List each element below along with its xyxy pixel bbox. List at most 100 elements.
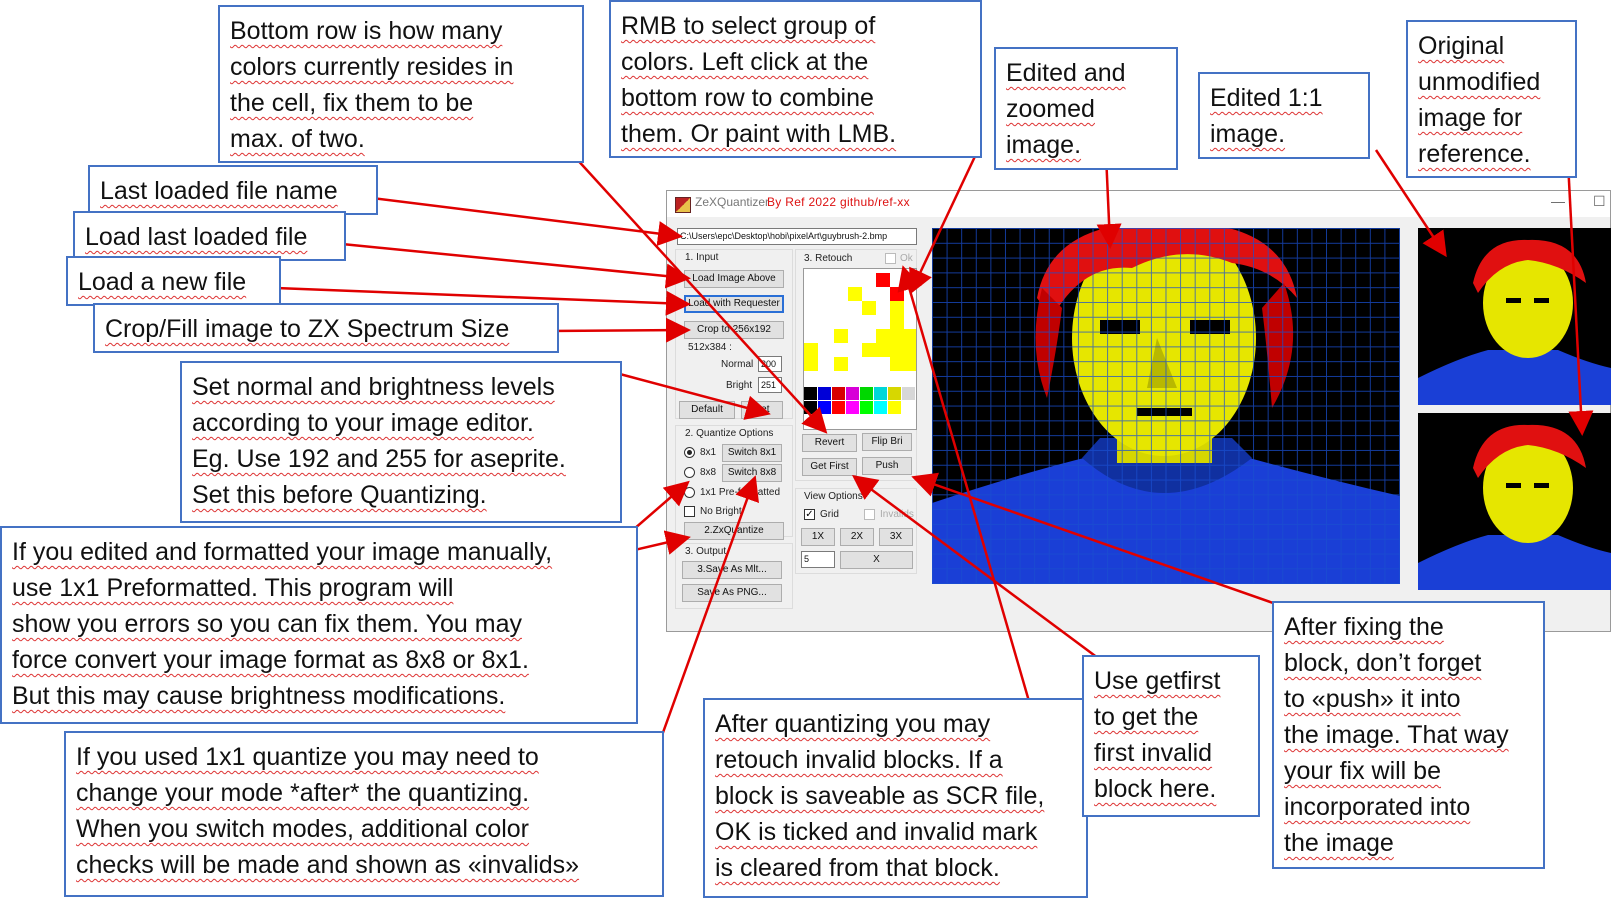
crop-button[interactable]: Crop to 256x192: [684, 321, 784, 339]
original-image: [1418, 413, 1611, 590]
save-as-mlt-button[interactable]: 3.Save As Mlt...: [682, 561, 782, 579]
ok-label: Ok: [900, 253, 913, 264]
callout-quantize-1x1-line: checks will be made and shown as «invali…: [76, 851, 580, 879]
callout-push-line: the image: [1284, 829, 1394, 857]
callout-push-line: your fix will be: [1284, 757, 1441, 785]
callout-last-name: Last loaded file name: [88, 165, 378, 215]
callout-push-line: After fixing the: [1284, 613, 1444, 641]
palette-swatch[interactable]: [888, 401, 901, 414]
palette-swatch[interactable]: [818, 401, 831, 414]
palette-swatch[interactable]: [902, 401, 915, 414]
callout-bottom-row: Bottom row is how many colors currently …: [218, 5, 584, 163]
callout-load-last: Load last loaded file: [73, 211, 346, 261]
switch-8x8-button[interactable]: Switch 8x8: [722, 464, 782, 482]
zxquantize-button[interactable]: 2.ZxQuantize: [684, 522, 784, 540]
callout-rmb-line: colors. Left click at the: [621, 48, 869, 76]
radio-8x8-label: 8x8: [700, 467, 717, 478]
callout-manual-line: force convert your image format as 8x8 o…: [12, 646, 529, 674]
palette-swatch[interactable]: [832, 387, 845, 400]
retouch-pixel: [834, 357, 848, 371]
palette-swatch[interactable]: [804, 401, 817, 414]
palette-swatch[interactable]: [846, 387, 859, 400]
callout-set-levels-line: according to your image editor.: [192, 409, 534, 437]
grid-label: Grid: [820, 509, 839, 520]
callout-after-quantizing: After quantizing you may retouch invalid…: [703, 698, 1088, 898]
shirt: [1418, 535, 1611, 590]
callout-after-quantizing-line: is cleared from that block.: [715, 854, 1000, 882]
minimize-icon[interactable]: —: [1551, 193, 1565, 209]
callout-set-levels-line: Set normal and brightness levels: [192, 373, 555, 401]
callout-rmb-line: RMB to select group of: [621, 12, 876, 40]
zoom-1x-button[interactable]: 1X: [801, 528, 835, 546]
edited-1to1-image: [1418, 228, 1611, 405]
callout-crop-fill-line: Crop/Fill image to ZX Spectrum Size: [105, 315, 510, 343]
normal-level-input[interactable]: 200: [758, 356, 782, 372]
callout-push-line: the image. That way: [1284, 721, 1509, 749]
palette-swatch[interactable]: [846, 401, 859, 414]
set-button[interactable]: Set: [741, 401, 783, 419]
shirt: [1418, 350, 1611, 405]
file-path-field[interactable]: C:\Users\epc\Desktop\hobi\pixelArt\guybr…: [677, 228, 917, 245]
callout-load-last-line: Load last loaded file: [85, 223, 308, 251]
retouch-group-label: 3. Retouch: [804, 253, 853, 264]
callout-bottom-row-line: the cell, fix them to be: [230, 89, 474, 117]
radio-1x1[interactable]: [684, 487, 695, 498]
revert-button[interactable]: Revert: [802, 434, 857, 452]
palette-swatch[interactable]: [818, 387, 831, 400]
callout-push: After fixing the block, don’t forget to …: [1272, 601, 1545, 869]
retouch-pixel: [890, 301, 904, 315]
callout-quantize-1x1-line: change your mode *after* the quantizing.: [76, 779, 530, 807]
callout-getfirst-line: Use getfirst: [1094, 667, 1221, 695]
callout-getfirst-line: to get the: [1094, 703, 1199, 731]
load-with-requester-button[interactable]: Load with Requester: [684, 295, 784, 313]
invalids-label: Invalids: [880, 509, 914, 520]
callout-quantize-1x1: If you used 1x1 quantize you may need to…: [64, 731, 664, 897]
callout-edited-zoomed-line: zoomed: [1006, 95, 1095, 123]
palette-swatch[interactable]: [860, 401, 873, 414]
get-first-button[interactable]: Get First: [802, 458, 857, 476]
grid-checkbox[interactable]: ✓: [804, 509, 815, 520]
radio-8x8[interactable]: [684, 467, 695, 478]
callout-rmb: RMB to select group of colors. Left clic…: [609, 0, 982, 158]
flip-bri-button[interactable]: Flip Bri: [862, 433, 912, 451]
palette-swatch[interactable]: [874, 387, 887, 400]
output-group-label: 3. Output: [685, 546, 727, 557]
radio-1x1-label: 1x1 Pre-formatted: [700, 487, 781, 498]
palette-swatch[interactable]: [888, 387, 901, 400]
callout-edited-zoomed: Edited and zoomed image.: [994, 47, 1178, 170]
palette-swatch[interactable]: [804, 387, 817, 400]
zoom-2x-button[interactable]: 2X: [840, 528, 874, 546]
callout-rmb-line: bottom row to combine: [621, 84, 874, 112]
callout-after-quantizing-line: retouch invalid blocks. If a: [715, 746, 1003, 774]
portrait-thumb-edited: [1418, 239, 1611, 405]
palette-swatch[interactable]: [874, 401, 887, 414]
callout-load-new-line: Load a new file: [78, 268, 247, 296]
maximize-icon[interactable]: ☐: [1593, 193, 1606, 210]
palette-swatch[interactable]: [832, 401, 845, 414]
push-button[interactable]: Push: [862, 457, 912, 475]
save-as-png-button[interactable]: Save As PNG...: [682, 584, 782, 602]
retouch-cell-editor[interactable]: [803, 268, 917, 430]
step-input[interactable]: 5: [801, 551, 835, 568]
zoomed-edited-image[interactable]: [932, 228, 1400, 584]
retouch-pixel: [890, 287, 904, 301]
callout-crop-fill: Crop/Fill image to ZX Spectrum Size: [93, 303, 559, 353]
radio-8x1[interactable]: [684, 447, 695, 458]
switch-8x1-button[interactable]: Switch 8x1: [722, 444, 782, 462]
callout-original-line: image for: [1418, 104, 1523, 132]
callout-push-line: incorporated into: [1284, 793, 1471, 821]
bright-level-input[interactable]: 251: [758, 377, 782, 393]
callout-original: Original unmodified image for reference.: [1406, 20, 1577, 178]
title-credit: By Ref 2022 github/ref-xx: [767, 195, 910, 209]
default-button[interactable]: Default: [679, 401, 735, 419]
palette-swatch[interactable]: [902, 387, 915, 400]
x-button[interactable]: X: [840, 551, 913, 569]
load-image-above-button[interactable]: Load Image Above: [684, 270, 784, 288]
zoom-3x-button[interactable]: 3X: [879, 528, 913, 546]
palette-row[interactable]: [804, 387, 916, 429]
callout-push-line: block, don’t forget: [1284, 649, 1482, 677]
left-eye: [1506, 298, 1521, 303]
callout-after-quantizing-line: After quantizing you may: [715, 710, 991, 738]
palette-swatch[interactable]: [860, 387, 873, 400]
no-bright-checkbox[interactable]: [684, 506, 695, 517]
